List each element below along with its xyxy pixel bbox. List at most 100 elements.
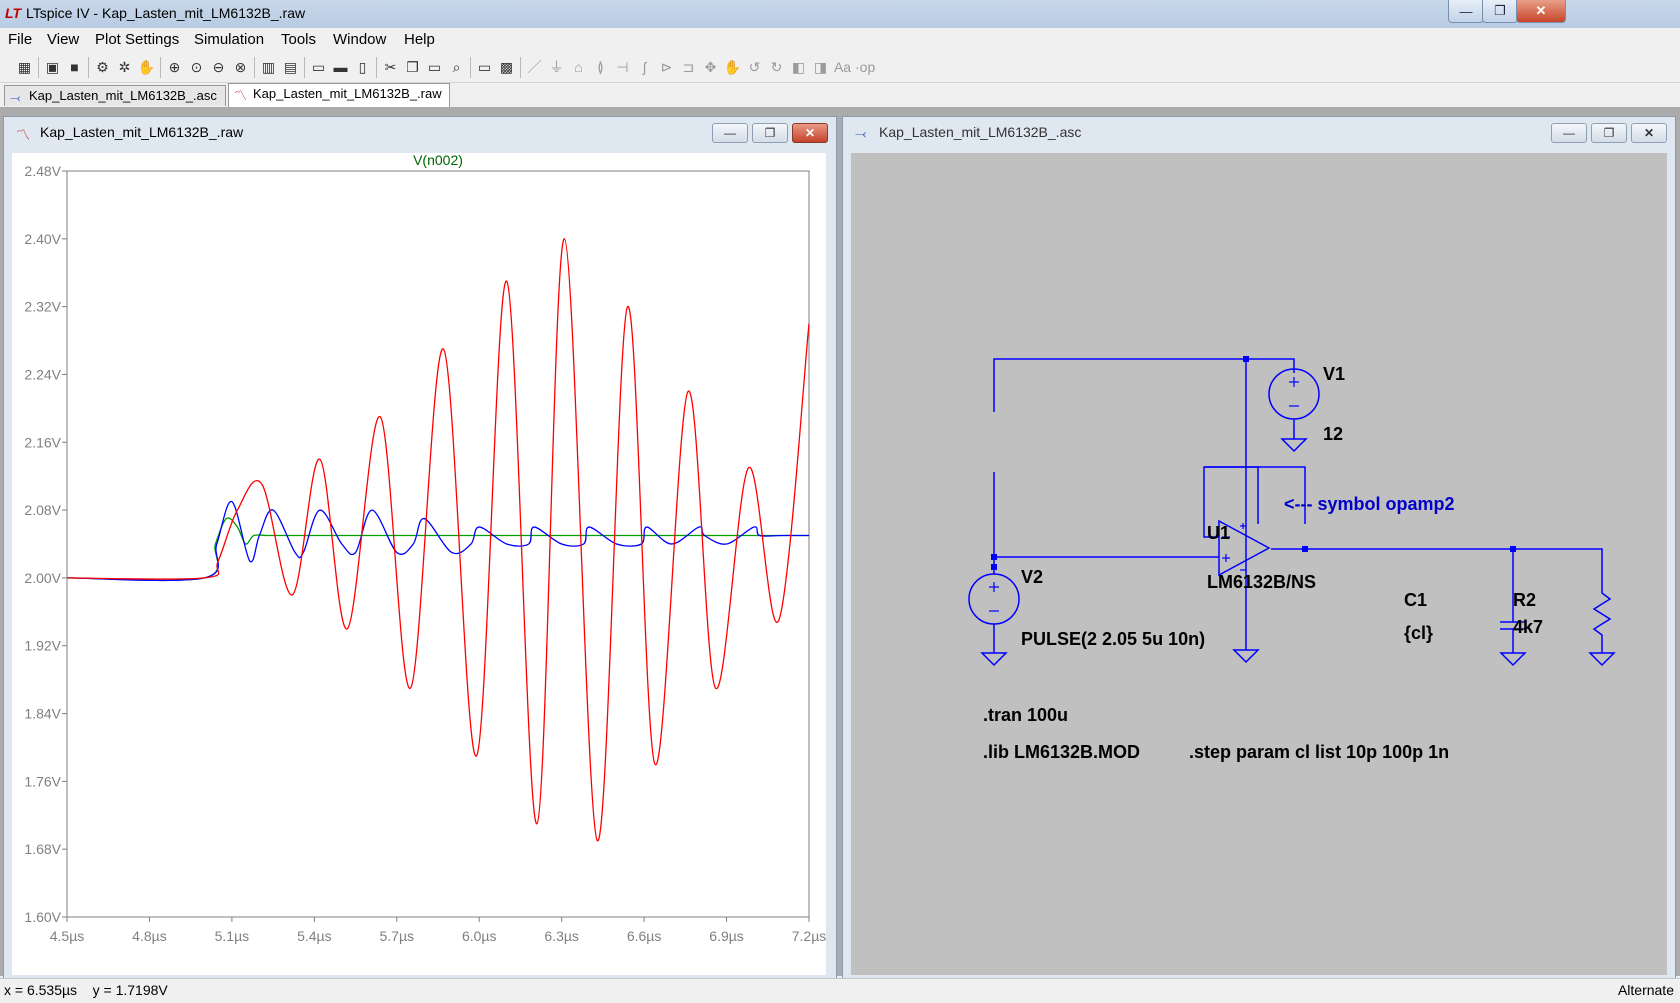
open-icon[interactable]: ▣ xyxy=(43,58,62,77)
find-icon[interactable]: ⌕ xyxy=(447,58,466,77)
document-tabs: ⤙ Kap_Lasten_mit_LM6132B_.asc 〽 Kap_Last… xyxy=(0,83,1680,108)
y-tick-label: 2.24V xyxy=(24,366,61,382)
run-icon[interactable]: ✲ xyxy=(115,58,134,77)
tab-schematic-label: Kap_Lasten_mit_LM6132B_.asc xyxy=(29,88,217,103)
x-tick-label: 6.0µs xyxy=(462,928,497,944)
paste-icon[interactable]: ▭ xyxy=(425,58,444,77)
tab-waveform-label: Kap_Lasten_mit_LM6132B_.raw xyxy=(253,86,442,101)
new-schematic-icon[interactable]: ▦ xyxy=(15,58,34,77)
toolbar-separator xyxy=(254,57,255,78)
zoom-in-icon[interactable]: ⊕ xyxy=(165,58,184,77)
menu-view[interactable]: View xyxy=(47,31,79,48)
print-setup-icon[interactable]: ▭ xyxy=(475,58,494,77)
status-bar: x = 6.535µs y = 1.7198V Alternate xyxy=(0,978,1680,1003)
y-tick-label: 1.92V xyxy=(24,638,61,654)
autorange-icon[interactable]: ▥ xyxy=(259,58,278,77)
diode-icon[interactable]: ⊳ xyxy=(657,58,676,77)
schematic-close-button[interactable]: ✕ xyxy=(1631,123,1667,143)
waveform-close-button[interactable]: ✕ xyxy=(792,123,828,143)
schematic-window-titlebar[interactable]: ⤙ Kap_Lasten_mit_LM6132B_.asc — ❐ ✕ xyxy=(849,117,1669,147)
rotate-icon[interactable]: ◧ xyxy=(789,58,808,77)
directive-tran: .tran 100u xyxy=(983,705,1068,725)
text-icon[interactable]: Aa xyxy=(833,58,852,77)
v2-value: PULSE(2 2.05 5u 10n) xyxy=(1021,629,1205,649)
x-tick-label: 6.9µs xyxy=(709,928,744,944)
zoom-out-icon[interactable]: ⊖ xyxy=(209,58,228,77)
status-mode: Alternate xyxy=(1617,982,1674,998)
waveform-minimize-button[interactable]: — xyxy=(712,123,748,143)
close-button[interactable]: ✕ xyxy=(1516,0,1566,23)
v2-name: V2 xyxy=(1021,567,1043,587)
mdi-workspace: 〽 Kap_Lasten_mit_LM6132B_.raw — ❐ ✕ 2.48… xyxy=(0,108,1680,982)
c1-value: {cl} xyxy=(1404,623,1433,643)
inductor-icon[interactable]: ʃ xyxy=(635,58,654,77)
tab-waveform[interactable]: 〽 Kap_Lasten_mit_LM6132B_.raw xyxy=(228,83,450,107)
u1-value: LM6132B/NS xyxy=(1207,572,1316,592)
mirror-icon[interactable]: ◨ xyxy=(811,58,830,77)
schematic-minimize-button[interactable]: — xyxy=(1551,123,1587,143)
toolbar-separator xyxy=(470,57,471,78)
drag-icon[interactable]: ✋ xyxy=(723,58,742,77)
schematic-background xyxy=(851,153,1667,975)
menu-simulation[interactable]: Simulation xyxy=(194,31,264,48)
y-tick-label: 1.68V xyxy=(24,841,61,857)
resistor-icon[interactable]: ≬ xyxy=(591,58,610,77)
ltspice-logo-icon: LT xyxy=(5,5,22,21)
v1-name: V1 xyxy=(1323,364,1345,384)
move-icon[interactable]: ✥ xyxy=(701,58,720,77)
restore-button[interactable]: ❐ xyxy=(1482,0,1518,23)
x-tick-label: 6.6µs xyxy=(627,928,662,944)
y-tick-label: 2.32V xyxy=(24,299,61,315)
spice-directive-icon[interactable]: ·op xyxy=(855,58,875,77)
cascade-icon[interactable]: ▬ xyxy=(331,58,350,77)
cut-icon[interactable]: ✂ xyxy=(381,58,400,77)
menu-file[interactable]: File xyxy=(8,31,32,48)
menu-plot-settings[interactable]: Plot Settings xyxy=(95,31,179,48)
toolbar: ▦ ▣ ■ ⚙ ✲ ✋ ⊕ ⊙ ⊖ ⊗ ▥ ▤ ▭ ▬ ▯ ✂ ❐ ▭ ⌕ ▭ ▩ ／ ⏚ ⌂ ≬ ⊣ ʃ ⊳ ⊐ ✥ ✋ ↺ ↻ ◧ ◨ Aa ·op xyxy=(0,53,1680,83)
tile-horizontal-icon[interactable]: ▭ xyxy=(309,58,328,77)
y-tick-label: 2.16V xyxy=(24,434,61,450)
waveform-window-titlebar[interactable]: 〽 Kap_Lasten_mit_LM6132B_.raw — ❐ ✕ xyxy=(10,117,830,147)
wire-icon[interactable]: ／ xyxy=(525,58,544,77)
print-icon[interactable]: ▩ xyxy=(497,58,516,77)
waveform-maximize-button[interactable]: ❐ xyxy=(752,123,788,143)
tile-vertical-icon[interactable]: ▯ xyxy=(353,58,372,77)
waveform-icon: 〽 xyxy=(16,127,30,143)
redo-icon[interactable]: ↻ xyxy=(767,58,786,77)
schematic-window: ⤙ Kap_Lasten_mit_LM6132B_.asc — ❐ ✕ V1 1… xyxy=(842,116,1676,982)
undo-icon[interactable]: ↺ xyxy=(745,58,764,77)
zoom-back-icon[interactable]: ⊙ xyxy=(187,58,206,77)
r2-name: R2 xyxy=(1513,590,1536,610)
schematic-canvas[interactable]: V1 12 V2 PULSE(2 2.05 5u 10n) U1 LM6132B… xyxy=(851,153,1667,975)
x-tick-label: 5.7µs xyxy=(380,928,415,944)
app-title-bar[interactable]: LT LTspice IV - Kap_Lasten_mit_LM6132B_.… xyxy=(0,0,1680,29)
y-tick-label: 1.60V xyxy=(24,909,61,925)
copy-icon[interactable]: ❐ xyxy=(403,58,422,77)
waveform-plot[interactable]: 2.48V 2.40V 2.32V 2.24V 2.16V 2.08V 2.00V 1.92V… xyxy=(12,153,826,975)
directive-lib: .lib LM6132B.MOD xyxy=(983,742,1140,762)
v1-value: 12 xyxy=(1323,424,1343,444)
schematic-icon: ⤙ xyxy=(10,90,21,105)
x-tick-label: 5.1µs xyxy=(215,928,250,944)
x-tick-label: 4.8µs xyxy=(132,928,167,944)
directive-step: .step param cl list 10p 100p 1n xyxy=(1189,742,1449,762)
ground-icon[interactable]: ⏚ xyxy=(547,58,566,77)
c1-name: C1 xyxy=(1404,590,1427,610)
minimize-button[interactable]: — xyxy=(1448,0,1484,23)
tab-schematic[interactable]: ⤙ Kap_Lasten_mit_LM6132B_.asc xyxy=(4,85,226,106)
add-trace-icon[interactable]: ▤ xyxy=(281,58,300,77)
menu-tools[interactable]: Tools xyxy=(281,31,316,48)
zoom-extents-icon[interactable]: ⊗ xyxy=(231,58,250,77)
label-icon[interactable]: ⌂ xyxy=(569,58,588,77)
y-tick-label: 2.00V xyxy=(24,570,61,586)
component-icon[interactable]: ⊐ xyxy=(679,58,698,77)
capacitor-icon[interactable]: ⊣ xyxy=(613,58,632,77)
schematic-maximize-button[interactable]: ❐ xyxy=(1591,123,1627,143)
y-tick-label: 1.84V xyxy=(24,706,61,722)
save-icon[interactable]: ■ xyxy=(65,58,84,77)
control-panel-icon[interactable]: ⚙ xyxy=(93,58,112,77)
trace-label[interactable]: V(n002) xyxy=(413,153,463,168)
halt-icon[interactable]: ✋ xyxy=(137,58,156,77)
menu-window[interactable]: Window xyxy=(333,31,386,48)
menu-help[interactable]: Help xyxy=(404,31,435,48)
